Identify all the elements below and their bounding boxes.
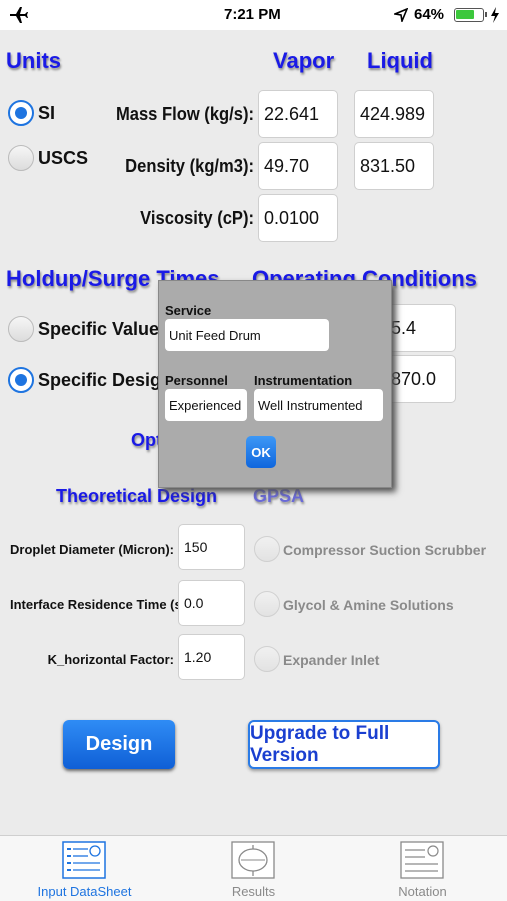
personnel-label: Personnel [165, 373, 228, 388]
tab-notation[interactable]: Notation [338, 836, 507, 901]
gpsa-glycol-label: Glycol & Amine Solutions [283, 597, 454, 613]
notation-icon [400, 841, 444, 879]
design-button[interactable]: Design [63, 720, 175, 769]
liquid-mass-flow-input[interactable]: 424.989 [354, 90, 434, 138]
specific-values-label: Specific Values [38, 319, 170, 339]
liquid-density-input[interactable]: 831.50 [354, 142, 434, 190]
location-arrow-icon [394, 8, 408, 22]
tab-bar: Input DataSheet Results Notation [0, 835, 507, 901]
drum-icon [231, 841, 275, 879]
personnel-input[interactable]: Experienced [165, 389, 247, 421]
gpsa-title: GPSA [253, 486, 305, 506]
mass-flow-label: Mass Flow (kg/s): [115, 104, 254, 124]
theoretical-title: Theoretical Design [56, 486, 218, 506]
battery-icon [454, 8, 487, 22]
tab-input-datasheet-label: Input DataSheet [37, 884, 132, 899]
residence-input[interactable]: 0.0 [178, 580, 245, 626]
status-time: 7:21 PM [224, 6, 281, 23]
battery-percent: 64% [414, 6, 445, 23]
specific-values-radio[interactable] [8, 316, 34, 342]
liquid-title: Liquid [367, 48, 433, 73]
datasheet-icon [62, 841, 106, 879]
service-dialog: Service Unit Feed Drum Personnel Experie… [158, 280, 392, 488]
tab-notation-label: Notation [398, 884, 447, 899]
specific-design-label: Specific Design [38, 370, 173, 390]
ok-button[interactable]: OK [246, 436, 276, 468]
droplet-input[interactable]: 150 [178, 524, 245, 570]
gpsa-compressor-radio[interactable] [254, 536, 280, 562]
uscs-label: USCS [38, 148, 89, 168]
density-label: Density (kg/m3): [125, 156, 255, 176]
gpsa-expander-label: Expander Inlet [283, 652, 380, 668]
specific-design-radio[interactable] [8, 367, 34, 393]
k-factor-input[interactable]: 1.20 [178, 634, 245, 680]
instrumentation-label: Instrumentation [254, 373, 353, 388]
si-radio[interactable] [8, 100, 34, 126]
tab-results-label: Results [231, 884, 276, 899]
units-title: Units [6, 48, 61, 73]
vapor-density-input[interactable]: 49.70 [258, 142, 338, 190]
gpsa-glycol-radio[interactable] [254, 591, 280, 617]
uscs-radio[interactable] [8, 145, 34, 171]
tab-input-datasheet[interactable]: Input DataSheet [0, 836, 169, 901]
droplet-label: Droplet Diameter (Micron): [10, 542, 174, 557]
service-label: Service [165, 303, 212, 318]
gpsa-expander-radio[interactable] [254, 646, 280, 672]
airplane-icon [10, 7, 28, 23]
status-bar: 7:21 PM 64% [0, 0, 507, 30]
si-label: SI [38, 103, 56, 123]
vapor-mass-flow-input[interactable]: 22.641 [258, 90, 338, 138]
vapor-title: Vapor [273, 48, 335, 73]
k-factor-label: K_horizontal Factor: [47, 652, 174, 667]
instrumentation-input[interactable]: Well Instrumented [254, 389, 383, 421]
viscosity-label: Viscosity (cP): [140, 208, 254, 228]
vapor-viscosity-input[interactable]: 0.0100 [258, 194, 338, 242]
tab-results[interactable]: Results [169, 836, 338, 901]
service-input[interactable]: Unit Feed Drum [165, 319, 329, 351]
gpsa-compressor-label: Compressor Suction Scrubber [283, 542, 487, 558]
residence-label: Interface Residence Time (s): [10, 597, 191, 612]
upgrade-button[interactable]: Upgrade to Full Version [248, 720, 440, 769]
charging-bolt-icon [491, 7, 499, 23]
